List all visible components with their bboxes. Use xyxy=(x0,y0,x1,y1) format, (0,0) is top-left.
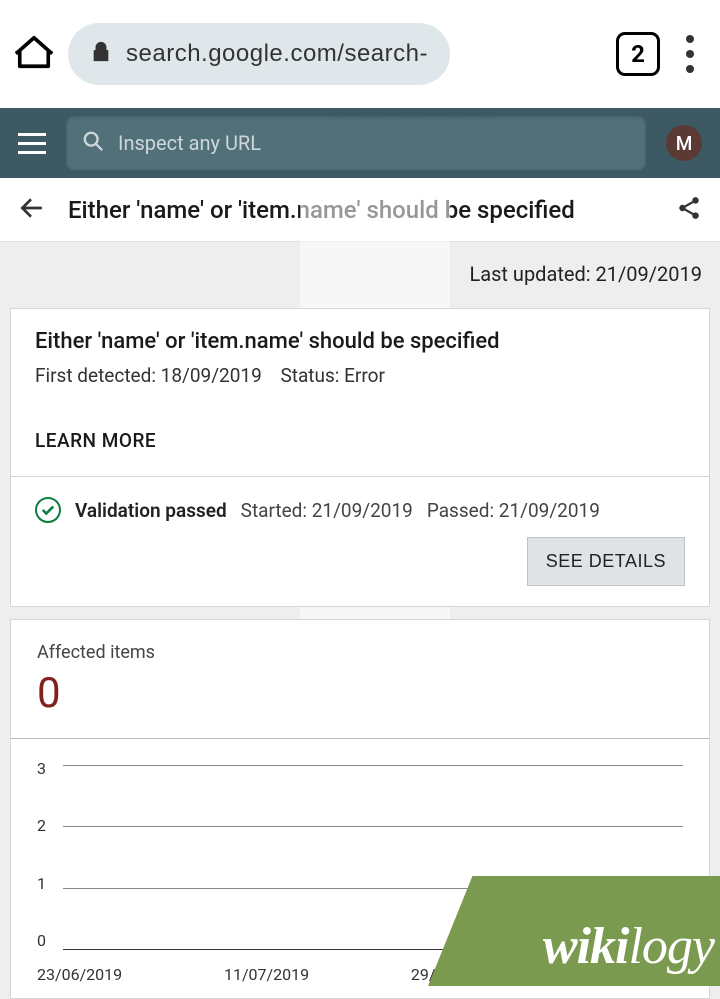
back-icon[interactable] xyxy=(18,195,44,225)
tab-count-button[interactable]: 2 xyxy=(616,32,660,76)
y-axis: 3 2 1 0 xyxy=(37,759,57,950)
app-bar: Inspect any URL M xyxy=(0,108,720,178)
browser-chrome: search.google.com/search- 2 xyxy=(0,0,720,108)
page-title: Either 'name' or 'item.name' should be s… xyxy=(68,196,652,224)
browser-menu-icon[interactable] xyxy=(675,35,705,73)
validation-row: Validation passed Started: 21/09/2019 Pa… xyxy=(11,476,709,606)
url-bar[interactable]: search.google.com/search- xyxy=(68,23,450,85)
share-icon[interactable] xyxy=(676,195,702,225)
tab-count: 2 xyxy=(631,40,645,68)
avatar[interactable]: M xyxy=(666,125,702,161)
url-text: search.google.com/search- xyxy=(126,40,428,68)
search-icon xyxy=(82,130,104,156)
see-details-button[interactable]: SEE DETAILS xyxy=(527,537,685,586)
affected-label: Affected items xyxy=(37,642,683,663)
validation-started: Started: 21/09/2019 xyxy=(241,499,413,522)
learn-more-link[interactable]: LEARN MORE xyxy=(35,429,685,452)
affected-count: 0 xyxy=(37,669,683,718)
home-icon[interactable] xyxy=(15,33,53,75)
checkmark-icon xyxy=(35,497,61,523)
issue-card: Either 'name' or 'item.name' should be s… xyxy=(10,308,710,607)
menu-icon[interactable] xyxy=(18,133,46,154)
page-title-bar: Either 'name' or 'item.name' should be s… xyxy=(0,178,720,242)
lock-icon xyxy=(90,40,112,68)
inspect-url-input[interactable]: Inspect any URL xyxy=(66,116,646,170)
issue-meta: First detected: 18/09/2019 Status: Error xyxy=(35,364,685,387)
last-updated: Last updated: 21/09/2019 xyxy=(0,242,720,296)
watermark: wikilogy xyxy=(428,876,720,986)
issue-title: Either 'name' or 'item.name' should be s… xyxy=(35,329,685,354)
inspect-placeholder: Inspect any URL xyxy=(118,131,261,155)
validation-passed: Passed: 21/09/2019 xyxy=(427,499,600,522)
validation-status: Validation passed xyxy=(75,499,227,522)
